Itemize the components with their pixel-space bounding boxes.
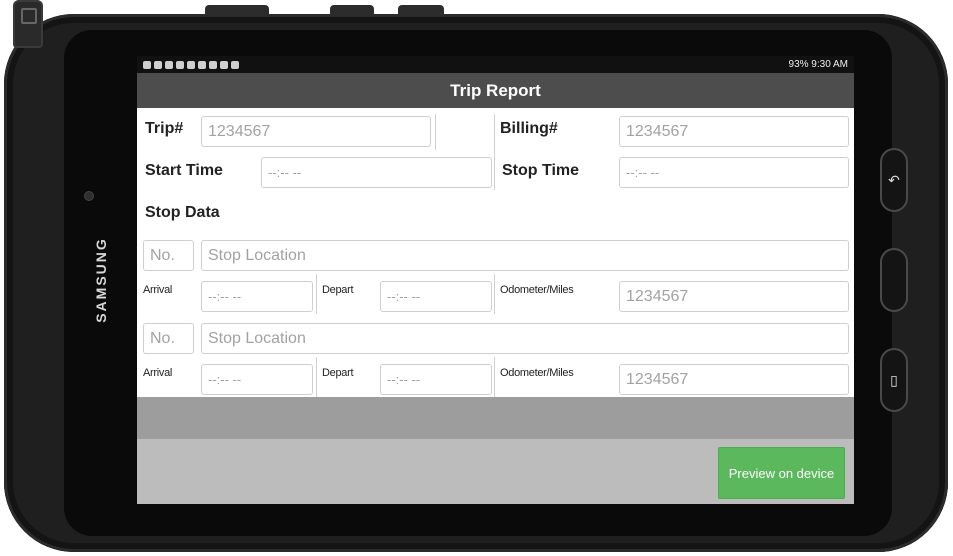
preview-on-device-button[interactable]: Preview on device — [718, 447, 845, 499]
stop-location-input[interactable] — [201, 240, 849, 271]
odometer-input[interactable] — [619, 364, 849, 395]
volume-button — [205, 5, 269, 15]
spacer-band — [137, 397, 854, 439]
footer-bar: Preview on device — [137, 439, 854, 504]
notification-icon — [220, 60, 228, 69]
start-time-label: Start Time — [145, 162, 223, 179]
status-right: 93% 9:30 AM — [788, 59, 848, 70]
notification-icon — [154, 60, 162, 69]
depart-input[interactable] — [380, 281, 492, 312]
arrival-label: Arrival — [143, 367, 173, 379]
odometer-input[interactable] — [619, 281, 849, 312]
home-button[interactable] — [880, 248, 908, 312]
depart-label: Depart — [322, 367, 354, 379]
depart-input[interactable] — [380, 364, 492, 395]
arrival-label: Arrival — [143, 284, 173, 296]
odometer-label: Odometer/Miles — [500, 284, 574, 296]
back-button[interactable]: ↶ — [880, 148, 908, 212]
arrival-input[interactable] — [201, 364, 313, 395]
brand-logo: SAMSUNG — [93, 237, 109, 323]
start-time-input[interactable] — [261, 157, 492, 188]
screen: 93% 9:30 AM Trip Report Trip# Billing# S… — [137, 56, 854, 504]
stop-location-input[interactable] — [201, 323, 849, 354]
notification-icon — [143, 60, 151, 69]
notification-icon — [209, 60, 217, 69]
billing-input[interactable] — [619, 116, 849, 147]
notification-icon — [231, 60, 239, 69]
odometer-label: Odometer/Miles — [500, 367, 574, 379]
stop-number-input[interactable] — [143, 323, 194, 354]
notification-icons — [143, 60, 239, 69]
notification-icon — [165, 60, 173, 69]
recents-button[interactable]: ▯ — [880, 348, 908, 412]
side-key — [398, 5, 444, 15]
trip-report-form: Trip# Billing# Start Time Stop Time Stop… — [137, 108, 854, 398]
divider — [494, 357, 495, 397]
notification-icon — [176, 60, 184, 69]
trip-label: Trip# — [145, 120, 184, 137]
notification-icon — [198, 60, 206, 69]
back-icon: ↶ — [888, 171, 900, 188]
arrival-input[interactable] — [201, 281, 313, 312]
depart-label: Depart — [322, 284, 354, 296]
page-title: Trip Report — [137, 73, 854, 108]
divider — [494, 114, 495, 190]
stop-time-input[interactable] — [619, 157, 849, 188]
status-bar: 93% 9:30 AM — [137, 56, 854, 73]
notification-icon — [187, 60, 195, 69]
stop-time-label: Stop Time — [502, 162, 580, 179]
recents-icon: ▯ — [890, 371, 898, 388]
stylus-icon — [13, 0, 43, 48]
billing-label: Billing# — [500, 120, 558, 137]
divider — [494, 274, 495, 314]
stop-number-input[interactable] — [143, 240, 194, 271]
divider — [316, 274, 317, 314]
divider — [435, 114, 436, 150]
power-button — [330, 5, 374, 15]
divider — [316, 357, 317, 397]
trip-input[interactable] — [201, 116, 431, 147]
camera-icon — [85, 192, 93, 200]
stop-data-label: Stop Data — [145, 204, 220, 221]
